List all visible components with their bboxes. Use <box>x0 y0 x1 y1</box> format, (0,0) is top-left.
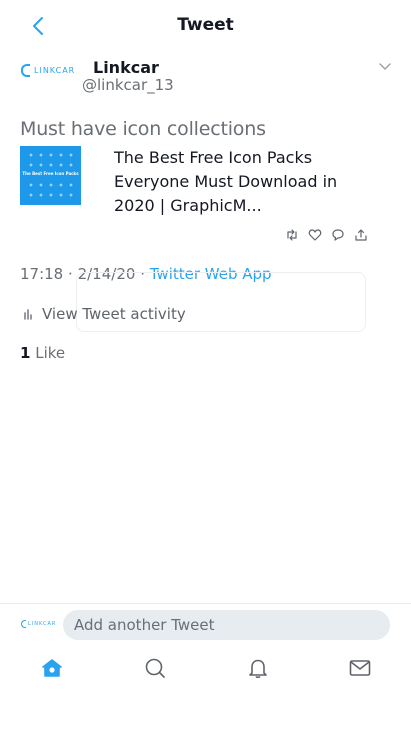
more-options-button[interactable] <box>378 58 392 72</box>
tweet-text: Must have icon collections <box>20 118 266 140</box>
logo-mark-icon <box>21 64 30 77</box>
tweet-time: 17:18 <box>20 265 64 283</box>
share-icon <box>355 229 367 241</box>
author-handle[interactable]: @linkcar_13 <box>82 76 174 94</box>
tweet-activity-tooltip <box>76 272 366 332</box>
tweet-actions <box>284 227 369 243</box>
home-icon <box>42 659 62 677</box>
card-thumbnail[interactable]: The Best Free Icon Packs <box>20 146 81 205</box>
reply-button[interactable] <box>330 227 346 243</box>
chevron-down-icon <box>379 63 391 70</box>
reply-input[interactable]: Add another Tweet <box>63 610 390 640</box>
search-icon <box>145 658 165 678</box>
like-button[interactable] <box>307 227 323 243</box>
reply-avatar: LINKCAR <box>21 620 56 628</box>
like-count-number: 1 <box>20 344 31 362</box>
avatar-logo-text: LINKCAR <box>28 621 57 627</box>
retweet-icon <box>287 229 297 241</box>
heart-icon <box>308 229 322 241</box>
share-button[interactable] <box>353 227 369 243</box>
view-tweet-activity-link[interactable]: View Tweet activity <box>42 305 186 323</box>
divider <box>0 603 411 604</box>
author-name[interactable]: Linkcar <box>93 58 159 77</box>
mail-icon <box>349 660 371 676</box>
like-count-label: Like <box>35 344 66 362</box>
avatar-logo-text: LINKCAR <box>34 66 76 75</box>
nav-home[interactable] <box>40 656 64 680</box>
bar-chart-icon <box>22 305 34 320</box>
author-avatar[interactable]: LINKCAR <box>21 64 75 77</box>
bell-icon <box>249 659 267 678</box>
meta-separator: · <box>68 265 73 283</box>
likes-count[interactable]: 1 Like <box>20 344 65 362</box>
logo-mark-icon <box>21 620 26 628</box>
card-title[interactable]: The Best Free Icon Packs Everyone Must D… <box>114 146 354 218</box>
retweet-button[interactable] <box>284 227 300 243</box>
card-thumbnail-text: The Best Free Icon Packs <box>22 170 79 177</box>
nav-search[interactable] <box>143 656 167 680</box>
nav-notifications[interactable] <box>246 656 270 680</box>
page-title: Tweet <box>177 15 234 35</box>
nav-messages[interactable] <box>348 656 372 680</box>
comment-icon <box>332 229 344 241</box>
